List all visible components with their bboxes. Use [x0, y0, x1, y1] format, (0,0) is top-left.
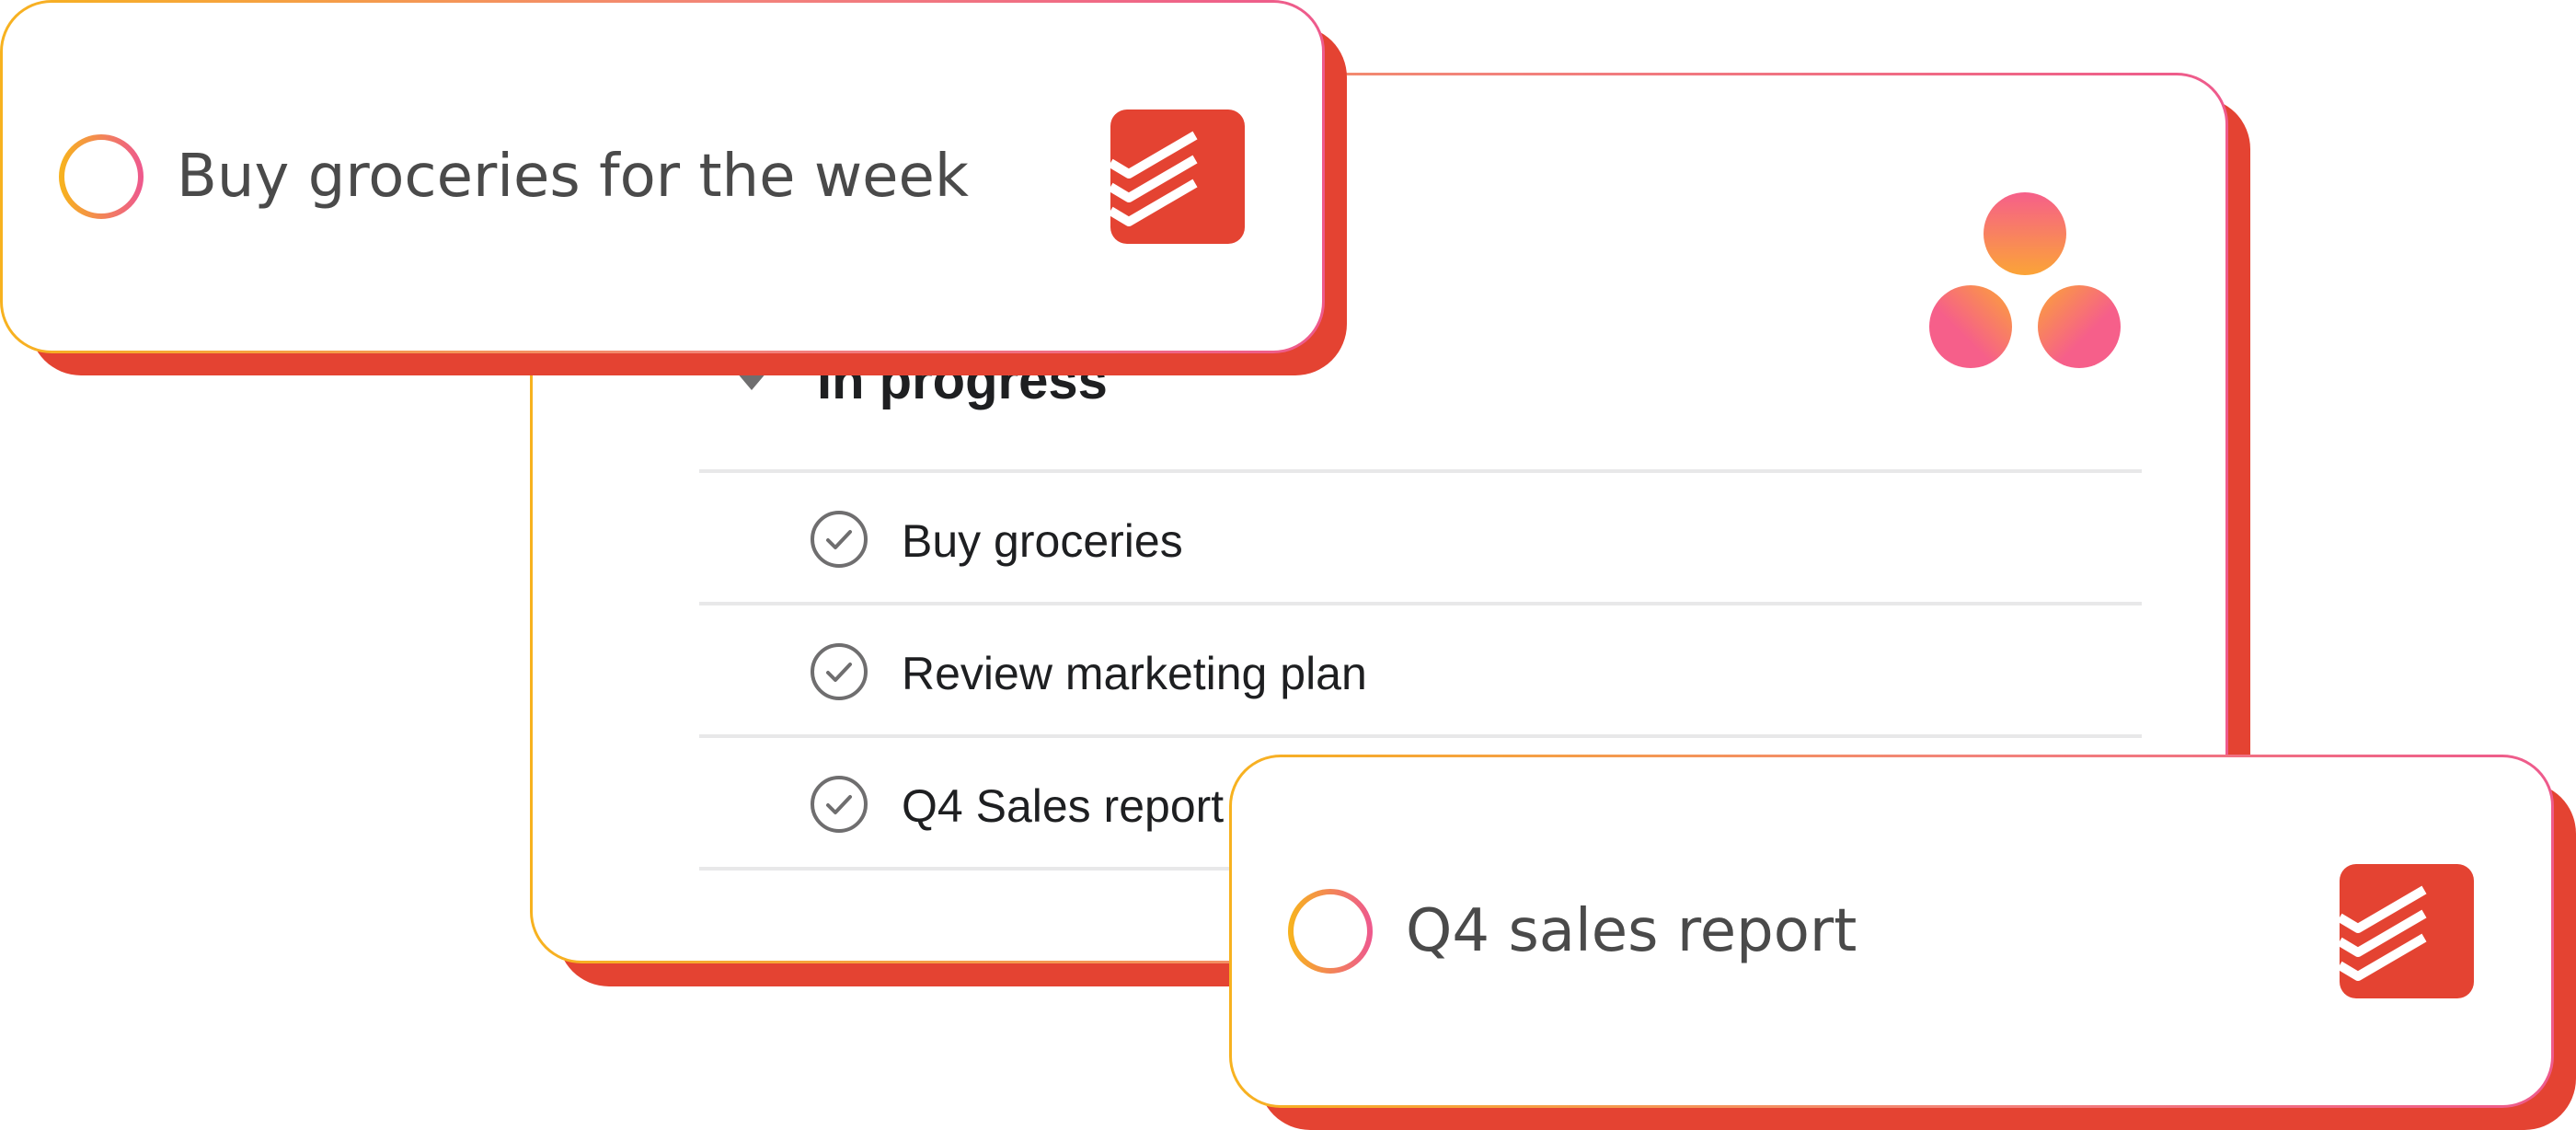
todoist-logo-icon	[1110, 110, 1245, 244]
task-name: Q4 Sales report	[902, 780, 1225, 832]
todoist-logo-icon	[2340, 864, 2474, 998]
integration-illustration: In progress Buy groceries Review marketi…	[0, 0, 2576, 1130]
todoist-task-text: Buy groceries for the week	[177, 143, 969, 211]
task-row[interactable]: Buy groceries	[699, 473, 2142, 602]
todoist-task-text: Q4 sales report	[1406, 897, 1857, 965]
task-name: Review marketing plan	[902, 648, 1367, 699]
check-circle-icon[interactable]	[810, 510, 868, 569]
check-circle-icon[interactable]	[810, 775, 868, 834]
task-name: Buy groceries	[902, 515, 1183, 567]
circle-checkbox-icon[interactable]	[57, 133, 145, 221]
task-row[interactable]: Review marketing plan	[699, 605, 2142, 734]
circle-checkbox-icon[interactable]	[1286, 887, 1374, 975]
check-circle-icon[interactable]	[810, 642, 868, 701]
asana-logo-icon	[1929, 192, 2121, 368]
